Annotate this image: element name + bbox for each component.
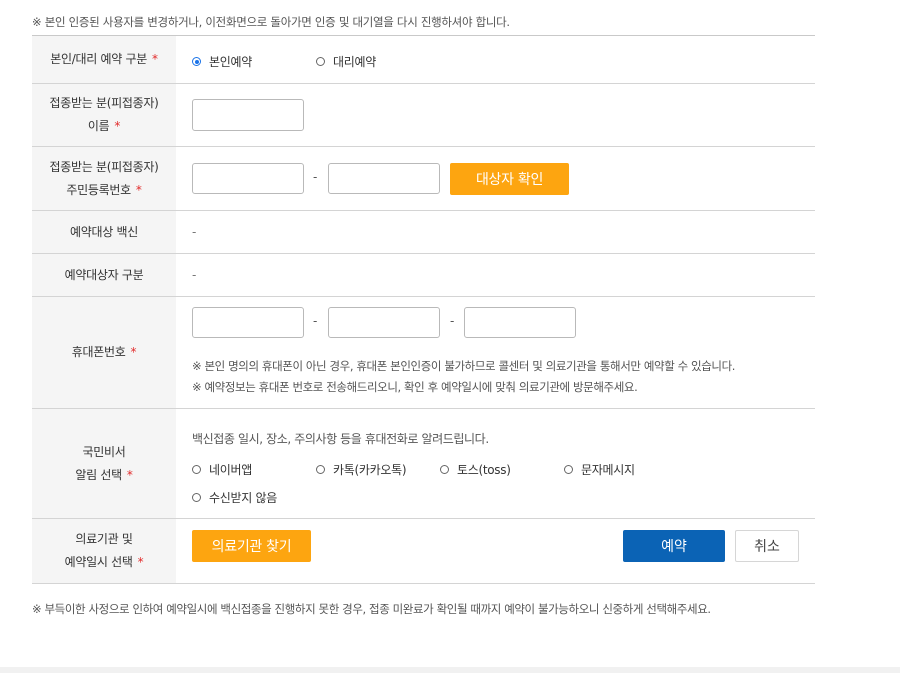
vaccine-cell: - — [176, 211, 815, 253]
required-mark: * — [126, 467, 133, 482]
required-mark: * — [137, 555, 144, 569]
required-mark: * — [114, 119, 121, 133]
phone-separator: - — [313, 314, 318, 328]
phone-part1-input[interactable] — [192, 307, 304, 338]
radio-circle-icon — [316, 465, 325, 474]
target-type-label: 예약대상자 구분 — [64, 267, 144, 282]
radio-proxy-reservation[interactable]: 대리예약 — [316, 53, 376, 70]
radio-label: 수신받지 않음 — [209, 491, 277, 505]
secretary-label-line1: 국민비서 — [82, 444, 126, 459]
phone-separator: - — [450, 314, 455, 328]
secretary-description: 백신접종 일시, 장소, 주의사항 등을 휴대전화로 알려드립니다. — [192, 432, 489, 446]
radio-label: 카톡(카카오톡) — [333, 463, 407, 477]
phone-note-1: ※ 본인 명의의 휴대폰이 아닌 경우, 휴대폰 본인인증이 불가하므로 콜센터… — [192, 359, 736, 373]
cancel-button[interactable]: 취소 — [735, 530, 799, 562]
radio-toss[interactable]: 토스(toss) — [440, 461, 511, 478]
find-institution-button[interactable]: 의료기관 찾기 — [192, 530, 311, 562]
radio-kakaotalk[interactable]: 카톡(카카오톡) — [316, 461, 407, 478]
secretary-label-line2: 알림 선택 — [75, 467, 122, 482]
radio-self-reservation[interactable]: 본인예약 — [192, 53, 252, 70]
name-cell — [176, 84, 815, 146]
phone-label-cell: 휴대폰번호 * — [32, 297, 176, 408]
radio-label: 네이버앱 — [209, 463, 252, 477]
rrn-separator: - — [313, 170, 318, 184]
rrn-label-cell: 접종받는 분(피접종자) 주민등록번호 * — [32, 147, 176, 210]
radio-no-receive[interactable]: 수신받지 않음 — [192, 489, 277, 506]
row-secretary: 국민비서 알림 선택 * 백신접종 일시, 장소, 주의사항 등을 휴대전화로 알… — [32, 409, 815, 519]
radio-label: 대리예약 — [333, 55, 376, 69]
row-target-type: 예약대상자 구분 - — [32, 254, 815, 297]
name-label-cell: 접종받는 분(피접종자) 이름 * — [32, 84, 176, 146]
row-rrn: 접종받는 분(피접종자) 주민등록번호 * - 대상자 확인 — [32, 147, 815, 211]
confirm-target-button[interactable]: 대상자 확인 — [450, 163, 569, 195]
radio-label: 본인예약 — [209, 55, 252, 69]
vaccine-label: 예약대상 백신 — [70, 224, 138, 239]
radio-circle-icon — [440, 465, 449, 474]
radio-naver-app[interactable]: 네이버앱 — [192, 461, 252, 478]
required-mark: * — [130, 345, 137, 359]
radio-label: 토스(toss) — [457, 463, 511, 477]
radio-label: 문자메시지 — [581, 463, 635, 477]
rrn-cell: - 대상자 확인 — [176, 147, 815, 210]
institution-cell: 의료기관 찾기 예약 취소 — [176, 519, 815, 583]
radio-circle-icon — [564, 465, 573, 474]
phone-label: 휴대폰번호 — [71, 345, 126, 359]
required-mark: * — [135, 182, 142, 197]
name-input[interactable] — [192, 99, 304, 131]
phone-part2-input[interactable] — [328, 307, 440, 338]
reserve-button[interactable]: 예약 — [623, 530, 725, 562]
rrn-front-input[interactable] — [192, 163, 304, 194]
rrn-label-line2: 주민등록번호 — [66, 182, 131, 197]
radio-circle-icon — [192, 465, 201, 474]
row-phone: 휴대폰번호 * - - ※ 본인 명의의 휴대폰이 아닌 경우, 휴대폰 본인인증… — [32, 297, 815, 409]
row-vaccine: 예약대상 백신 - — [32, 211, 815, 254]
rrn-label-line1: 접종받는 분(피접종자) — [49, 159, 159, 174]
vaccine-label-cell: 예약대상 백신 — [32, 211, 176, 253]
row-name: 접종받는 분(피접종자) 이름 * — [32, 84, 815, 147]
reservation-type-label: 본인/대리 예약 구분 — [50, 52, 147, 66]
footer-divider — [0, 667, 900, 673]
reservation-type-cell: 본인예약 대리예약 — [176, 36, 815, 83]
target-type-cell: - — [176, 254, 815, 296]
top-notice: ※ 본인 인증된 사용자를 변경하거나, 이전화면으로 돌아가면 인증 및 대기… — [32, 15, 510, 29]
name-label-line2: 이름 — [87, 119, 110, 133]
radio-sms[interactable]: 문자메시지 — [564, 461, 635, 478]
radio-circle-icon — [192, 57, 201, 66]
institution-label-line1: 의료기관 및 — [75, 532, 133, 546]
target-type-value: - — [192, 268, 197, 282]
rrn-back-input[interactable] — [328, 163, 440, 194]
name-label-line1: 접종받는 분(피접종자) — [49, 96, 159, 110]
phone-note-2: ※ 예약정보는 휴대폰 번호로 전송해드리오니, 확인 후 예약일시에 맞춰 의… — [192, 380, 638, 394]
required-mark: * — [152, 52, 158, 66]
reservation-form: 본인/대리 예약 구분 * 본인예약 대리예약 접종받는 분(피접종자) 이름 * … — [32, 35, 815, 584]
secretary-label-cell: 국민비서 알림 선택 * — [32, 409, 176, 518]
phone-cell: - - ※ 본인 명의의 휴대폰이 아닌 경우, 휴대폰 본인인증이 불가하므로… — [176, 297, 815, 408]
vaccine-value: - — [192, 225, 197, 239]
radio-circle-icon — [192, 493, 201, 502]
institution-label-cell: 의료기관 및 예약일시 선택 * — [32, 519, 176, 583]
phone-part3-input[interactable] — [464, 307, 576, 338]
row-institution: 의료기관 및 예약일시 선택 * 의료기관 찾기 예약 취소 — [32, 519, 815, 584]
secretary-cell: 백신접종 일시, 장소, 주의사항 등을 휴대전화로 알려드립니다. 네이버앱 … — [176, 409, 815, 518]
target-type-label-cell: 예약대상자 구분 — [32, 254, 176, 296]
row-reservation-type: 본인/대리 예약 구분 * 본인예약 대리예약 — [32, 36, 815, 84]
radio-circle-icon — [316, 57, 325, 66]
bottom-notice: ※ 부득이한 사정으로 인하여 예약일시에 백신접종을 진행하지 못한 경우, … — [32, 602, 711, 616]
reservation-type-label-cell: 본인/대리 예약 구분 * — [32, 36, 176, 83]
institution-label-line2: 예약일시 선택 — [64, 555, 133, 569]
